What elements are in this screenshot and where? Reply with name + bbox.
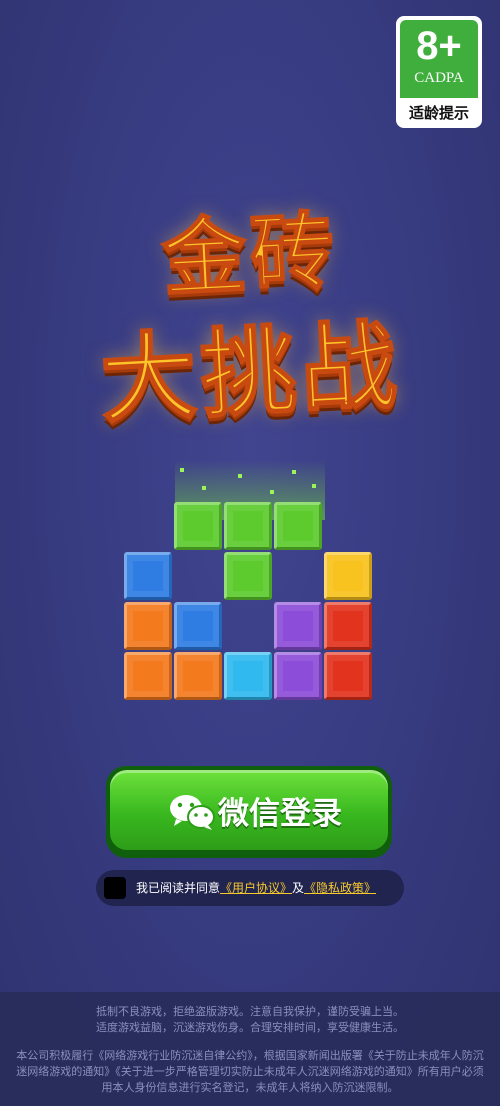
block-cyan (224, 652, 272, 700)
agreement-checkbox[interactable] (104, 877, 126, 899)
wechat-login-button[interactable]: 微信登录 (106, 766, 392, 858)
block-green (274, 502, 322, 550)
block-green (224, 552, 272, 600)
age-rating-hint: 适龄提示 (408, 104, 469, 122)
sparkle (238, 474, 242, 478)
block-orange (174, 652, 222, 700)
age-rating-badge: 8+ CADPA 适龄提示 (396, 16, 482, 128)
block-blue (124, 552, 172, 600)
block-green (224, 502, 272, 550)
wechat-login-button-face[interactable]: 微信登录 (110, 770, 388, 850)
sparkle (180, 468, 184, 472)
wechat-login-label[interactable]: 微信登录 (218, 788, 342, 833)
health-notice: 抵制不良游戏，拒绝盗版游戏。注意自我保护，谨防受骗上当。 适度游戏益脑，沉迷游戏… (0, 1004, 500, 1036)
health-notice-line1: 抵制不良游戏，拒绝盗版游戏。注意自我保护，谨防受骗上当。 (96, 1005, 404, 1018)
game-logo-line2: 大挑战 (97, 308, 404, 438)
privacy-policy-link[interactable]: 《隐私政策》 (304, 881, 376, 895)
compliance-notice: 本公司积极履行《网络游戏行业防沉迷自律公约》，根据国家新闻出版署《关于防止未成年… (16, 1049, 484, 1094)
agreement-and: 及 (292, 881, 305, 895)
block-illustration (120, 460, 380, 700)
block-orange (124, 652, 172, 700)
agreement-bar: 我已阅读并同意《用户协议》及《隐私政策》 (96, 870, 404, 906)
block-red (324, 652, 372, 700)
game-logo: 金砖 大挑战 (0, 180, 500, 440)
block-yellow (324, 552, 372, 600)
block-purple (274, 602, 322, 650)
wechat-icon (170, 795, 215, 830)
agreement-prefix: 我已阅读并同意 (136, 881, 221, 895)
block-red (324, 602, 372, 650)
sparkle (270, 490, 274, 494)
sparkle (292, 470, 296, 474)
user-agreement-link[interactable]: 《用户协议》 (220, 881, 292, 895)
sparkle (202, 486, 206, 490)
sparkle (312, 484, 316, 488)
age-rating-org: CADPA (414, 70, 464, 86)
anti-addiction-notice: 抵制不良游戏，拒绝盗版游戏。注意自我保护，谨防受骗上当。 适度游戏益脑，沉迷游戏… (0, 992, 500, 1106)
block-orange (124, 602, 172, 650)
age-rating-number: 8+ (416, 24, 462, 68)
block-green (174, 502, 222, 550)
block-blue (174, 602, 222, 650)
agreement-text: 我已阅读并同意《用户协议》及《隐私政策》 (136, 879, 376, 896)
block-purple (274, 652, 322, 700)
health-notice-line2: 适度游戏益脑，沉迷游戏伤身。合理安排时间，享受健康生活。 (96, 1021, 404, 1034)
